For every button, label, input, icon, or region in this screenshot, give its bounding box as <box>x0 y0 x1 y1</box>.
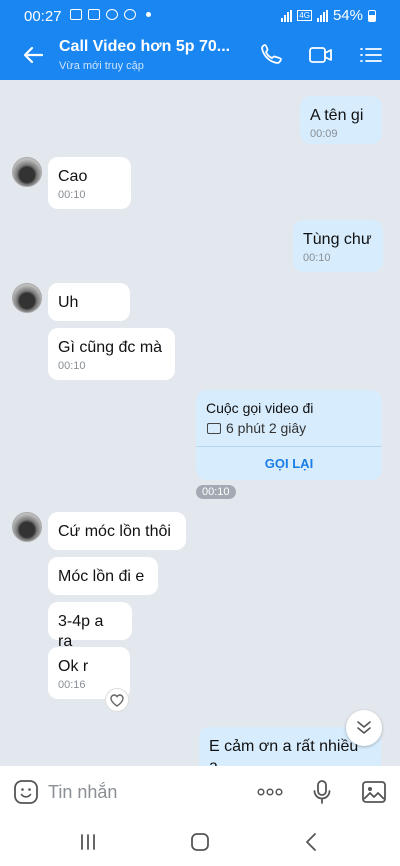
system-icons: 4G 54% <box>281 7 376 24</box>
heart-icon <box>110 694 124 707</box>
message-input[interactable] <box>48 780 238 804</box>
message-time: 00:10 <box>58 189 86 201</box>
network-type-label: 4G <box>297 10 312 21</box>
back-arrow-icon[interactable] <box>18 40 48 70</box>
message-bubble-outgoing[interactable]: Tùng chư 00:10 <box>293 220 383 272</box>
shield-notification-icon <box>106 9 118 20</box>
message-bubble-incoming[interactable]: Uh <box>48 283 130 321</box>
video-call-icon[interactable] <box>307 41 335 69</box>
menu-list-icon[interactable] <box>357 41 385 69</box>
message-bubble-incoming[interactable]: Gì cũng đc mà 00:10 <box>48 328 175 380</box>
battery-icon <box>368 9 376 22</box>
signal-icon-2 <box>316 9 328 22</box>
message-time: 00:09 <box>310 128 338 140</box>
message-text: Cứ móc lồn thôi <box>58 523 171 540</box>
message-bubble-incoming[interactable]: Cứ móc lồn thôi <box>48 512 186 550</box>
recent-apps-icon[interactable] <box>74 828 102 856</box>
message-bubble-incoming[interactable]: Cao 00:10 <box>48 157 131 209</box>
status-time: 00:27 <box>24 8 62 25</box>
image-picker-icon[interactable] <box>360 778 388 806</box>
last-seen-status: Vừa mới truy cập <box>59 60 144 72</box>
signal-icon <box>281 9 293 22</box>
message-text: A tên gi <box>310 107 364 124</box>
message-time: 00:10 <box>303 252 331 264</box>
home-icon[interactable] <box>186 828 214 856</box>
system-navigation-bar <box>0 818 400 866</box>
video-camera-icon <box>207 423 221 434</box>
phone-call-icon[interactable] <box>257 41 285 69</box>
scroll-to-bottom-button[interactable] <box>346 710 382 746</box>
message-text: 3-4p a ra <box>58 613 104 650</box>
contact-avatar[interactable] <box>12 512 42 542</box>
status-bar: 00:27 4G 54% <box>0 0 400 30</box>
more-notifications-dot-icon <box>146 12 151 17</box>
message-text: Ok r <box>58 658 89 675</box>
message-time: 00:10 <box>58 360 86 372</box>
call-time-badge: 00:10 <box>196 485 236 499</box>
react-heart-button[interactable] <box>105 688 129 712</box>
notification-icons <box>70 9 151 20</box>
message-bubble-incoming[interactable]: Móc lồn đi e <box>48 557 158 595</box>
mail-notification-icon <box>88 9 100 20</box>
conversation-title[interactable]: Call Video hơn 5p 70... <box>59 38 230 56</box>
emoji-icon[interactable] <box>12 778 40 806</box>
call-title: Cuộc gọi video đi <box>206 400 314 416</box>
microphone-icon[interactable] <box>309 778 335 806</box>
message-list[interactable]: A tên gi 00:09 Cao 00:10 Tùng chư 00:10 … <box>0 80 400 766</box>
divider <box>196 446 382 447</box>
chat-header: Call Video hơn 5p 70... Vừa mới truy cập <box>0 30 400 80</box>
double-chevron-down-icon <box>357 721 371 734</box>
message-text: Tùng chư <box>303 231 372 248</box>
messenger-notification-icon <box>124 9 136 20</box>
message-bubble-incoming[interactable]: 3-4p a ra <box>48 602 132 650</box>
message-text: Cao <box>58 168 88 185</box>
more-options-icon[interactable] <box>255 780 285 804</box>
contact-avatar[interactable] <box>12 283 42 313</box>
back-icon[interactable] <box>298 828 326 856</box>
battery-percent: 54% <box>332 7 363 24</box>
call-duration: 6 phút 2 giây <box>226 420 307 436</box>
call-back-button[interactable]: GỌI LẠI <box>196 456 382 471</box>
video-call-card[interactable]: Cuộc gọi video đi 6 phút 2 giây GỌI LẠI <box>196 390 382 480</box>
message-composer <box>0 766 400 818</box>
gallery-notification-icon <box>70 9 82 20</box>
message-bubble-outgoing[interactable]: A tên gi 00:09 <box>300 96 382 144</box>
message-text: Uh <box>58 294 79 311</box>
message-text: Móc lồn đi e <box>58 568 145 585</box>
contact-avatar[interactable] <box>12 157 42 187</box>
message-text: Gì cũng đc mà <box>58 339 163 356</box>
